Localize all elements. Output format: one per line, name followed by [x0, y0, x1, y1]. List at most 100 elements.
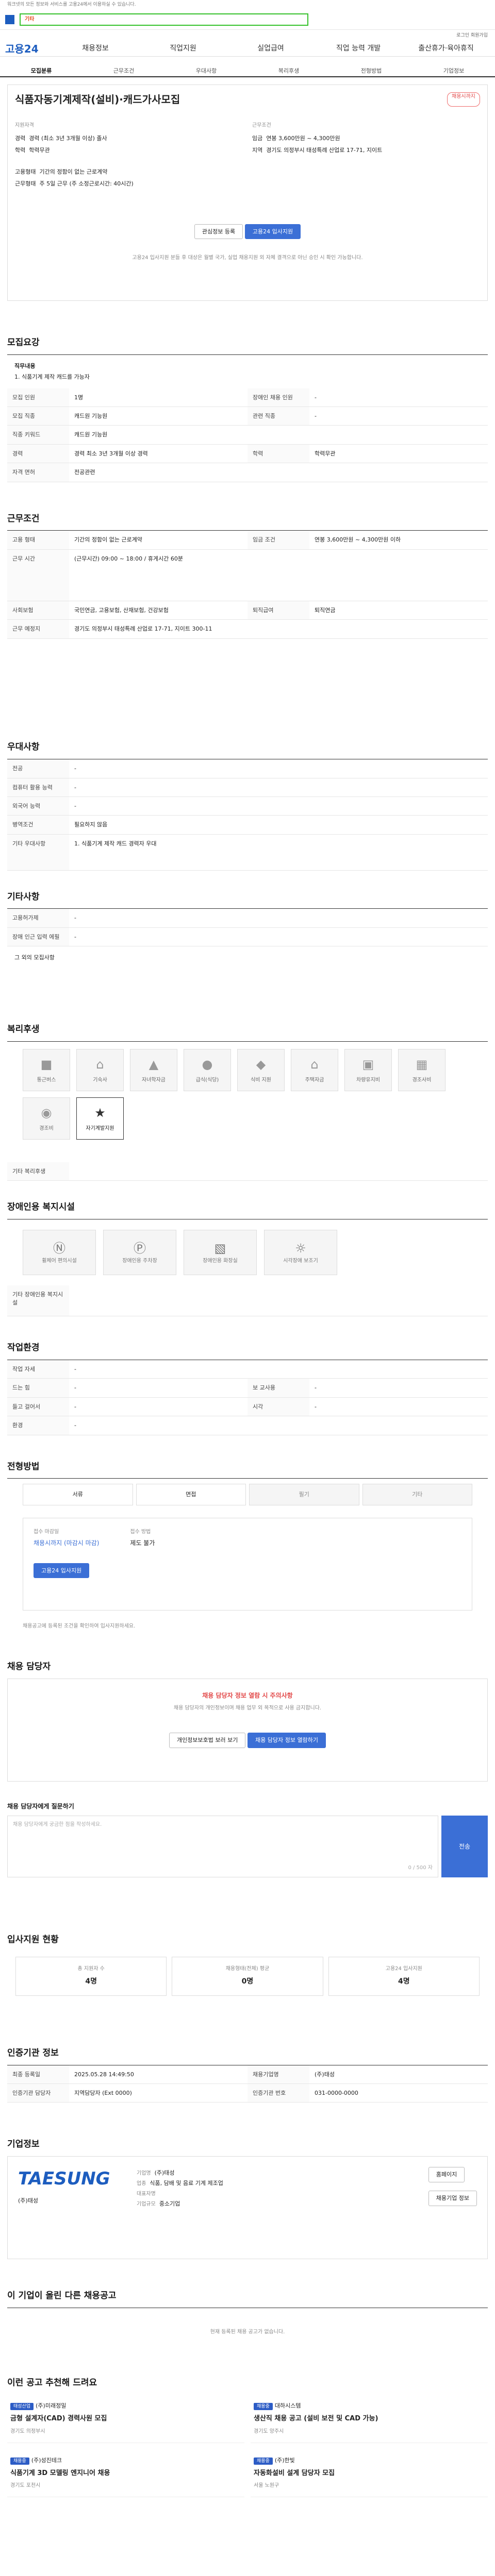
value: 4명: [85, 1977, 97, 1986]
tag: 채용중: [254, 2402, 273, 2411]
submit-button[interactable]: 전송: [441, 1816, 488, 1878]
apply-button[interactable]: 고용24 입사지원: [34, 1563, 90, 1578]
rec-item[interactable]: 채용중 (주)성진테크 식품기계 3D 모델링 엔지니어 채용 경기도 포천시: [7, 2449, 244, 2498]
company-info-button[interactable]: 채용기업 정보: [428, 2191, 477, 2206]
welfare-label: 급식(식당): [195, 1077, 219, 1083]
brand-logo[interactable]: 고용24: [5, 42, 52, 56]
char-count: 0 / 500 자: [408, 1865, 433, 1871]
label: 기타 우대사항: [7, 834, 69, 870]
title: 자동화설비 설계 담당자 모집: [254, 2469, 335, 2478]
label: 사회보험: [7, 601, 69, 620]
question-input[interactable]: 채용 담당자에게 궁금한 점을 작성하세요. 0 / 500 자: [7, 1816, 438, 1878]
tab[interactable]: 복리후생: [248, 67, 330, 76]
stats-heading: 입사지원 현황: [7, 1935, 59, 1945]
value: (주)태성: [315, 2071, 335, 2078]
privacy-button[interactable]: 개인정보보호법 보러 보기: [169, 1733, 246, 1748]
value: 중소기업: [159, 2200, 180, 2208]
process-box: 서류 면접 필기 기타 접수 마감일 채용시까지 (마감시 마감) 고용24 입사지…: [7, 1478, 488, 1635]
value: -: [74, 933, 76, 940]
value: 식품, 담배 및 음료 기계 제조업: [150, 2180, 223, 2187]
value: 1명: [74, 394, 84, 401]
label: 작업 자세: [7, 1360, 69, 1379]
step: 서류: [23, 1484, 133, 1505]
label: 보 교사용: [248, 1379, 309, 1397]
nav-item[interactable]: 실업급여: [227, 44, 315, 54]
value: -: [315, 1384, 317, 1392]
top-notice: 워크넷의 모든 정보와 서비스를 고용24에서 이용하실 수 있습니다.: [7, 2, 136, 7]
nav-item[interactable]: 직업 능력 개발: [315, 44, 402, 54]
view-manager-button[interactable]: 채용 담당자 정보 열람하기: [248, 1733, 326, 1748]
value: 연봉 3,600만원 ~ 4,300만원 이하: [315, 536, 401, 544]
save-button[interactable]: 관심정보 등록: [194, 224, 243, 239]
job-title: 식품자동기계제작(설비)·캐드가사모집: [15, 93, 180, 106]
value: 2025.05.28 14:49:50: [74, 2071, 134, 2078]
title: 생산직 채용 공고 (설비 보전 및 CAD 가능): [254, 2415, 378, 2423]
label: 경력: [15, 135, 26, 142]
section-tabs: 모집분류 근무조건 우대사항 복리후생 전형방법 기업정보: [0, 67, 495, 77]
tab[interactable]: 기업정보: [412, 67, 495, 76]
title: 금형 설계자(CAD) 경력사원 모집: [10, 2415, 107, 2423]
value: 캐드원 기능원: [74, 431, 108, 438]
rec-item[interactable]: 채용중 (주)한빛 자동화설비 설계 담당자 모집 서울 노원구: [251, 2449, 488, 2498]
homepage-button[interactable]: 홈페이지: [428, 2167, 465, 2182]
cond-table: 고용 형태 기간의 정함이 없는 근로계약 임금 조건 연봉 3,600만원 ~ 4,…: [7, 530, 488, 716]
label: 지역: [252, 147, 263, 154]
ask-box: 채용 담당자에게 궁금한 점을 작성하세요. 0 / 500 자 전송: [7, 1816, 488, 1878]
label: 접수 방법: [130, 1529, 151, 1535]
value: 국민연금, 고용보험, 산재보험, 건강보험: [74, 606, 169, 614]
ask-heading: 채용 담당자에게 질문하기: [7, 1802, 74, 1810]
etc-table: 고용허가제 - 장애 인근 입력 에필 - 그 외의 모집사항: [7, 908, 488, 998]
label: 임금 조건: [248, 531, 309, 549]
label: 고용24 입사지원: [385, 1966, 422, 1972]
apply-note: 고용24 입사지원 분들 후 대상은 월별 국가, 실업 채용지원 외 자체 결…: [132, 255, 363, 261]
label: 인증기관 번호: [248, 2083, 309, 2103]
place-table: 작업 자세 - 드는 힘-보 교사용 - 들고 걸어서 - 시각 - 환경 -: [7, 1360, 488, 1435]
pref-heading: 우대사항: [7, 742, 40, 753]
tab[interactable]: 근무조건: [82, 67, 165, 76]
value: 기간의 정함이 없는 근로계약: [39, 168, 108, 175]
label: 총 지원자 수: [77, 1966, 105, 1972]
company-name: (주)태성: [18, 2197, 38, 2204]
logo-icon[interactable]: [5, 14, 14, 24]
nav-item[interactable]: 채용정보: [52, 44, 139, 54]
step: 기타: [362, 1484, 472, 1505]
welfare-label: 경조사비: [412, 1077, 432, 1083]
nav-item[interactable]: 출산휴가·육아휴직: [402, 44, 490, 54]
manager-heading: 채용 담당자: [7, 1661, 51, 1672]
value: 경기도 의정부시 태성특례 산업로 17-71, 지이트 300-11: [74, 625, 212, 633]
extra-label: 그 외의 모집사항: [14, 954, 55, 961]
company-box: TAESUNG (주)태성 기업명 (주)태성 업종 식품, 담배 및 음료 기계…: [7, 2156, 488, 2260]
placeholder: 채용 담당자에게 궁금한 점을 작성하세요.: [13, 1822, 102, 1828]
rec-item[interactable]: 채용중 대하시스템 생산직 채용 공고 (설비 보전 및 CAD 가능) 경기도 양주…: [251, 2395, 488, 2443]
manager-box: 채용 담당자 정보 열람 시 주의사항 채용 담당자의 개인정보이며 채용 업무…: [7, 1678, 488, 1782]
value: (주)태성: [154, 2170, 175, 2177]
value: 채용시까지 (마감시 마감): [34, 1539, 100, 1547]
study-icon: ★ 자기계발지원: [76, 1097, 124, 1140]
welfare-label: 자녀학자금: [142, 1077, 166, 1083]
wheelchair-icon: Ⓝ 휠체어 편의시설: [23, 1230, 96, 1276]
login-links[interactable]: 로그인 회원가입: [0, 30, 495, 41]
label: 학력: [15, 147, 26, 154]
similar-empty: 현재 등록된 채용 공고가 없습니다.: [7, 2307, 488, 2357]
value: -: [74, 1422, 76, 1429]
process-note: 채용공고에 등록된 조건을 확인하여 입사지원하세요.: [23, 1623, 136, 1629]
label: 접수 마감일: [34, 1529, 59, 1535]
value: (근무시간) 09:00 ~ 18:00 / 휴게시간 60분: [74, 555, 183, 562]
tab[interactable]: 우대사항: [165, 67, 248, 76]
label: 대표자명: [137, 2191, 156, 2197]
apply-button[interactable]: 고용24 입사지원: [244, 224, 301, 239]
tab[interactable]: 전형방법: [330, 67, 412, 76]
tab[interactable]: 모집분류: [0, 67, 82, 76]
value: -: [315, 1403, 317, 1410]
place-heading: 작업환경: [7, 1343, 40, 1353]
company: (주)한빛: [274, 2456, 295, 2464]
value: 퇴직연금: [315, 606, 336, 614]
search-input[interactable]: 기타: [20, 13, 308, 26]
rec-heading: 이런 공고 추천해 드려요: [7, 2377, 97, 2388]
label: 병역조건: [7, 816, 69, 834]
company: (주)미래정밀: [36, 2402, 67, 2409]
rec-item[interactable]: 태성산업 (주)미래정밀 금형 설계자(CAD) 경력사원 모집 경기도 의정부시: [7, 2395, 244, 2443]
nav-item[interactable]: 직업지원: [139, 44, 227, 54]
cap-icon: ▲ 자녀학자금: [130, 1049, 177, 1092]
label: 직무내용: [14, 362, 36, 369]
